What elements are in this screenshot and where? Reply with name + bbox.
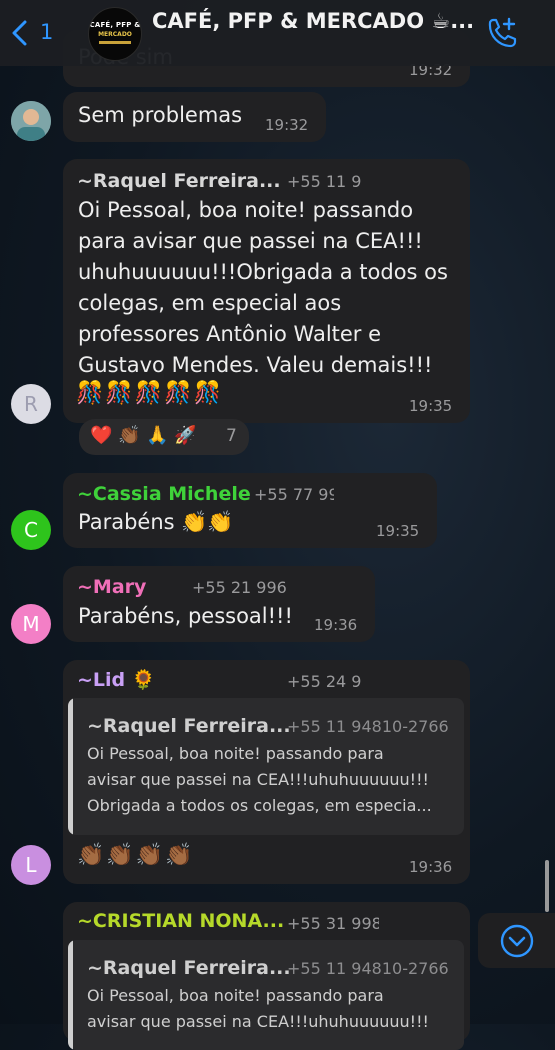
message-bubble[interactable]: ~Mary +55 21 996 Parabéns, pessoal!!! 19…	[63, 566, 375, 642]
message-bubble[interactable]: ~Cassia Michele +55 77 99 Parabéns 👏👏 19…	[63, 473, 437, 548]
message-time: 19:36	[314, 616, 358, 634]
sender-name: ~CRISTIAN NONA...	[77, 910, 285, 932]
message-text-line: Gustavo Mendes. Valeu demais!!!	[78, 353, 433, 377]
message-time: 19:36	[409, 858, 453, 876]
quote-line: Obrigada a todos os colegas, em especia.…	[87, 796, 432, 815]
sender-phone: +55 24 9	[287, 672, 361, 691]
message-text: Parabéns, pessoal!!!	[78, 604, 293, 628]
group-logo-line1: CAFÉ, PFP &	[89, 21, 141, 29]
quote-author: ~Raquel Ferreira...	[87, 957, 291, 979]
quote-phone: +55 11 94810-2766	[287, 717, 449, 736]
sender-phone: +55 11 9	[287, 172, 362, 191]
group-avatar[interactable]: CAFÉ, PFP & MERCADO	[88, 7, 142, 61]
message-text-line: professores Antônio Walter e	[78, 322, 382, 346]
message-text-line: uhuhuuuuuu!!!Obrigada a todos os	[78, 260, 448, 284]
scroll-to-bottom-button[interactable]	[478, 913, 555, 968]
sender-name: ~Cassia Michele	[77, 483, 251, 505]
phone-plus-icon	[488, 17, 517, 48]
group-title[interactable]: CAFÉ, PFP & MERCADO ☕...	[152, 9, 474, 33]
group-logo-bar	[99, 41, 131, 44]
message-bubble[interactable]: ~CRISTIAN NONA... +55 31 998 ~Raquel Fer…	[63, 902, 470, 1050]
message-emojis: 👏🏾👏🏾👏🏾👏🏾	[77, 843, 195, 868]
message-text-line: para avisar que passei na CEA!!!	[78, 229, 423, 253]
group-logo-line2: MERCADO	[98, 31, 132, 38]
avatar[interactable]: L	[11, 845, 51, 885]
message-text-line: Oi Pessoal, boa noite! passando	[78, 198, 414, 222]
back-button[interactable]: 1	[10, 14, 54, 52]
scrollbar[interactable]	[545, 860, 549, 912]
quote-bar	[68, 940, 73, 1050]
sender-phone: +55 31 998	[287, 914, 379, 933]
person-photo-icon	[11, 101, 51, 141]
message-text-line: colegas, em especial aos	[78, 291, 342, 315]
avatar[interactable]: M	[11, 604, 51, 644]
quote-line: avisar que passei na CEA!!!uhuhuuuuuu!!!	[87, 1012, 429, 1031]
sender-phone: +55 77 99	[254, 485, 334, 504]
chat-header: 1 CAFÉ, PFP & MERCADO CAFÉ, PFP & MERCAD…	[0, 0, 555, 66]
message-bubble[interactable]: Sem problemas 19:32	[63, 92, 326, 142]
sender-name: ~Lid 🌻	[77, 669, 156, 691]
message-time: 19:32	[265, 116, 309, 134]
reaction-count: 7	[226, 426, 237, 446]
quote-author: ~Raquel Ferreira...	[87, 715, 291, 737]
message-time: 19:35	[376, 522, 420, 540]
back-chevron-icon	[12, 20, 27, 46]
reactions-bar[interactable]: ❤️ 👏🏾 🙏 🚀 7	[79, 419, 249, 455]
sender-name: ~Mary	[77, 576, 147, 598]
quote-line: Oi Pessoal, boa noite! passando para	[87, 744, 384, 763]
quote-phone: +55 11 94810-2766	[287, 959, 449, 978]
avatar[interactable]	[11, 101, 51, 141]
message-bubble[interactable]: ~Raquel Ferreira... +55 11 9 Oi Pessoal,…	[63, 159, 470, 423]
chat-messages: Pode sim 19:32 Sem problemas 19:32 ~Raqu…	[0, 0, 555, 1050]
sender-phone: +55 21 996	[192, 578, 287, 597]
sender-name: ~Raquel Ferreira...	[77, 170, 281, 192]
chevron-down-circle-icon	[500, 924, 534, 958]
message-time: 19:35	[409, 397, 453, 415]
quote-line: avisar que passei na CEA!!!uhuhuuuuuu!!!	[87, 770, 429, 789]
unread-count: 1	[40, 20, 54, 44]
quote-bar	[68, 698, 73, 835]
quoted-message[interactable]: ~Raquel Ferreira... +55 11 94810-2766 Oi…	[68, 940, 464, 1050]
quoted-message[interactable]: ~Raquel Ferreira... +55 11 94810-2766 Oi…	[68, 698, 464, 835]
call-button[interactable]	[484, 16, 518, 54]
message-emojis: 🎊🎊🎊🎊🎊	[76, 381, 223, 406]
quote-line: Oi Pessoal, boa noite! passando para	[87, 986, 384, 1005]
avatar[interactable]: C	[11, 510, 51, 550]
message-text: Parabéns 👏👏	[78, 510, 234, 534]
message-text: Sem problemas	[78, 103, 243, 127]
message-bubble[interactable]: ~Lid 🌻 +55 24 9 ~Raquel Ferreira... +55 …	[63, 660, 470, 884]
reaction-emojis: ❤️ 👏🏾 🙏 🚀	[90, 425, 197, 446]
avatar[interactable]: R	[11, 384, 51, 424]
